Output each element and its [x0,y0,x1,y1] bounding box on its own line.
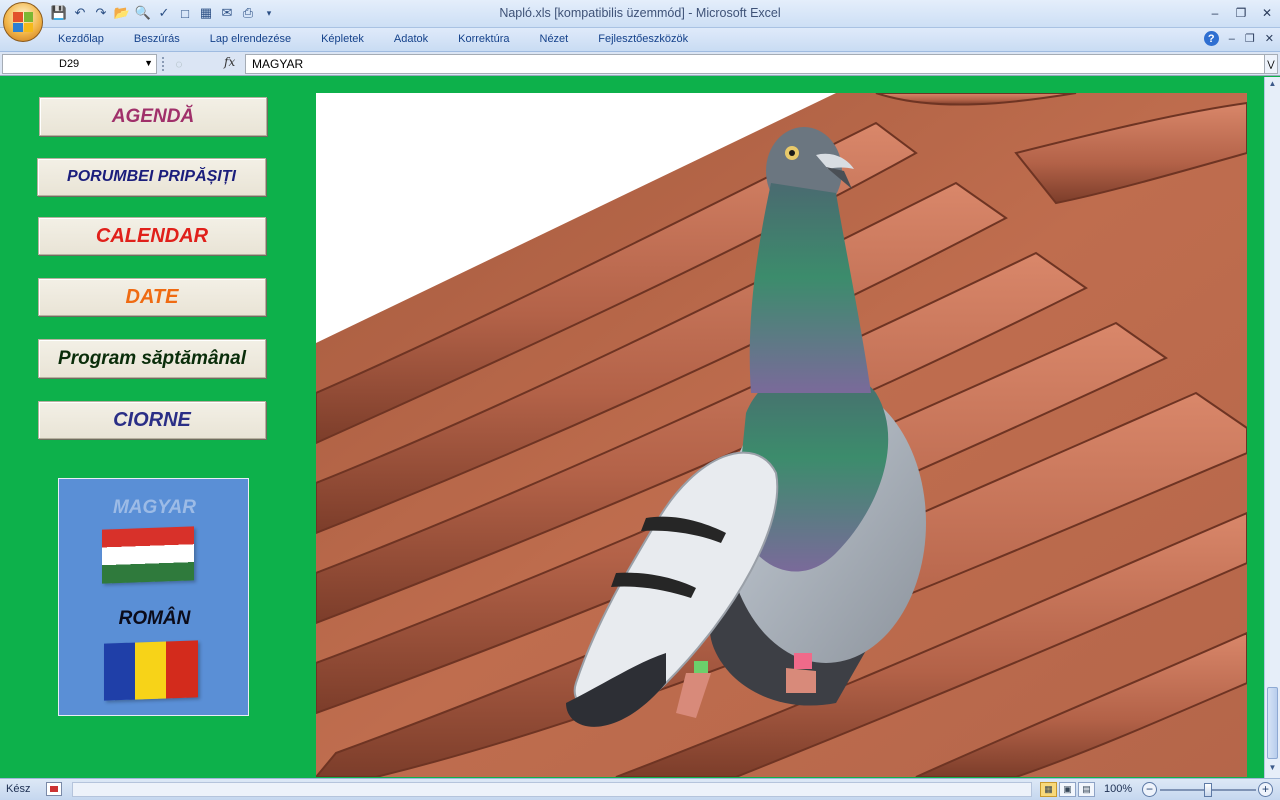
hungary-flag-icon[interactable] [102,526,194,584]
zoom-out-icon[interactable]: − [1142,782,1157,797]
formula-input[interactable]: MAGYAR [245,54,1265,74]
status-ready: Kész [6,783,31,795]
restore-icon[interactable]: ❐ [1228,0,1254,26]
scrollbar-thumb[interactable] [1267,687,1278,759]
expand-formula-icon[interactable]: ⋁ [1264,54,1278,74]
page-break-view-icon[interactable]: ▤ [1078,782,1095,797]
date-button[interactable]: DATE [38,278,266,316]
pigeon-on-roof-image [316,93,1247,777]
vertical-scrollbar[interactable]: ▲ ▼ [1264,77,1280,778]
status-bar: Kész ▦ ▣ ▤ 100% − + [0,778,1280,800]
cell-reference: D29 [59,58,80,70]
office-logo-icon [13,12,33,32]
weekly-program-button[interactable]: Program săptămânal [38,339,266,378]
view-buttons: ▦ ▣ ▤ [1040,782,1095,797]
scroll-up-icon[interactable]: ▲ [1267,79,1278,91]
formula-buttons: ◌ fx [160,54,244,74]
workbook-close-icon[interactable]: ✕ [1265,32,1274,45]
chevron-down-icon[interactable]: ▼ [144,58,153,68]
workbook-restore-icon[interactable]: ❐ [1245,32,1255,45]
zoom-slider-thumb[interactable] [1204,783,1212,797]
ribbon-tabs: Kezdőlap Beszúrás Lap elrendezése Képlet… [0,28,1280,52]
tab-review[interactable]: Korrektúra [458,33,509,45]
lost-pigeons-button[interactable]: PORUMBEI PRIPĂȘIȚI [37,158,266,196]
language-panel: MAGYAR ROMÂN [58,478,249,716]
calendar-button[interactable]: CALENDAR [38,217,266,255]
zoom-in-icon[interactable]: + [1258,782,1273,797]
close-icon[interactable]: ✕ [1254,0,1280,26]
window-title: Napló.xls [kompatibilis üzemmód] - Micro… [499,6,781,20]
tab-formulas[interactable]: Képletek [321,33,364,45]
tab-developer[interactable]: Fejlesztőeszközök [598,33,688,45]
hungarian-label: MAGYAR [112,497,197,518]
name-box[interactable]: D29 ▼ [2,54,157,74]
drafts-button[interactable]: CIORNE [38,401,266,439]
tab-page-layout[interactable]: Lap elrendezése [210,33,291,45]
minimize-icon[interactable]: – [1202,0,1228,26]
formula-cancel-icon: ◌ [175,57,183,71]
help-icon[interactable]: ? [1203,31,1219,46]
tab-view[interactable]: Nézet [540,33,569,45]
office-button[interactable] [3,2,43,42]
romania-flag-icon[interactable] [104,640,198,701]
formula-bar: D29 ▼ ◌ fx MAGYAR ⋁ [0,52,1280,76]
function-icon[interactable]: fx [224,55,235,69]
scroll-down-icon[interactable]: ▼ [1267,763,1278,775]
tab-data[interactable]: Adatok [394,33,428,45]
horizontal-scrollbar[interactable] [72,782,1032,797]
title-bar: 💾 ↶ ↷ 📂 🔍 ✓ □ ▦ ✉ ⎙ ▾ Napló.xls [kompati… [0,0,1280,28]
zoom-level[interactable]: 100% [1104,783,1132,795]
macro-record-icon[interactable] [46,782,62,796]
agenda-button[interactable]: AGENDĂ [39,97,267,136]
romanian-label: ROMÂN [118,608,191,629]
tab-home[interactable]: Kezdőlap [58,33,104,45]
tab-insert[interactable]: Beszúrás [134,33,180,45]
page-layout-view-icon[interactable]: ▣ [1059,782,1076,797]
workbook-minimize-icon[interactable]: – [1229,33,1235,45]
pigeon-photo [316,93,1247,777]
window-controls: – ❐ ✕ [1202,0,1280,26]
normal-view-icon[interactable]: ▦ [1040,782,1057,797]
